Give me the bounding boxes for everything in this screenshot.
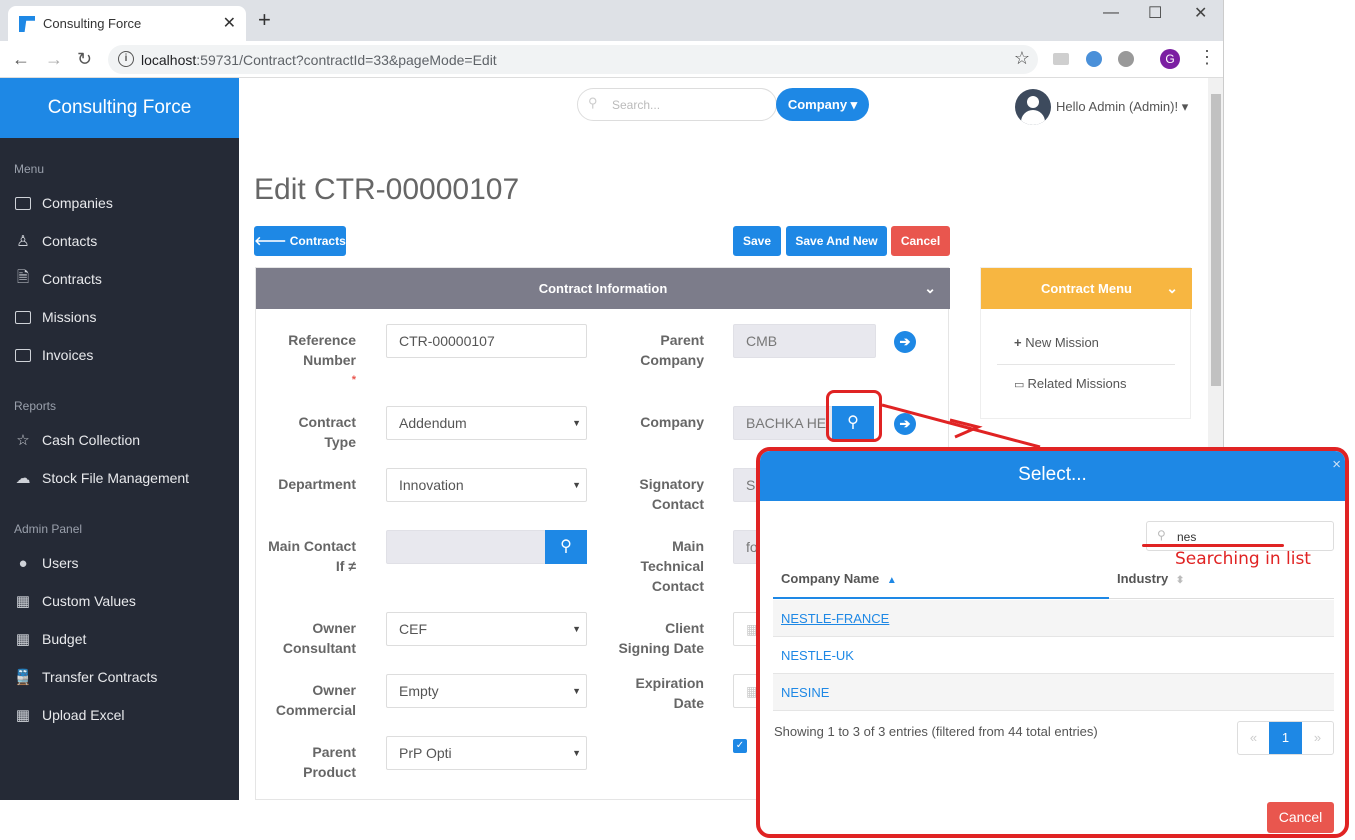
- column-header-industry[interactable]: Industry ⬍: [1117, 571, 1184, 586]
- company-link[interactable]: NESTLE-FRANCE: [781, 611, 889, 626]
- table-info: Showing 1 to 3 of 3 entries (filtered fr…: [774, 724, 1098, 739]
- header-underline: [1109, 598, 1334, 599]
- close-icon[interactable]: ×: [1332, 451, 1341, 489]
- sort-asc-icon: ▲: [886, 575, 897, 586]
- column-header-company-name[interactable]: Company Name ▲: [781, 571, 897, 586]
- pager-page[interactable]: 1: [1269, 722, 1302, 754]
- pager-prev[interactable]: «: [1238, 722, 1269, 754]
- pagination: « 1 »: [1237, 721, 1334, 755]
- sort-icon: ⬍: [1175, 575, 1185, 586]
- header-underline-active: [773, 597, 1109, 599]
- annotation-text: Searching in list: [1175, 549, 1311, 569]
- select-company-modal: Select... × ⚲ nes Searching in list Comp…: [756, 447, 1349, 838]
- annotation-underline: [1142, 544, 1284, 547]
- modal-cancel-button[interactable]: Cancel: [1267, 802, 1334, 833]
- modal-header: Select... ×: [760, 451, 1345, 501]
- search-value: nes: [1177, 530, 1197, 544]
- table-row[interactable]: NESTLE-UK: [773, 637, 1334, 674]
- table-row[interactable]: NESTLE-FRANCE: [773, 600, 1334, 637]
- company-link[interactable]: NESTLE-UK: [781, 648, 854, 663]
- pager-next[interactable]: »: [1302, 722, 1333, 754]
- table-row[interactable]: NESINE: [773, 674, 1334, 711]
- modal-title: Select...: [1018, 464, 1087, 485]
- company-link[interactable]: NESINE: [781, 685, 829, 700]
- search-icon: ⚲: [1157, 528, 1166, 542]
